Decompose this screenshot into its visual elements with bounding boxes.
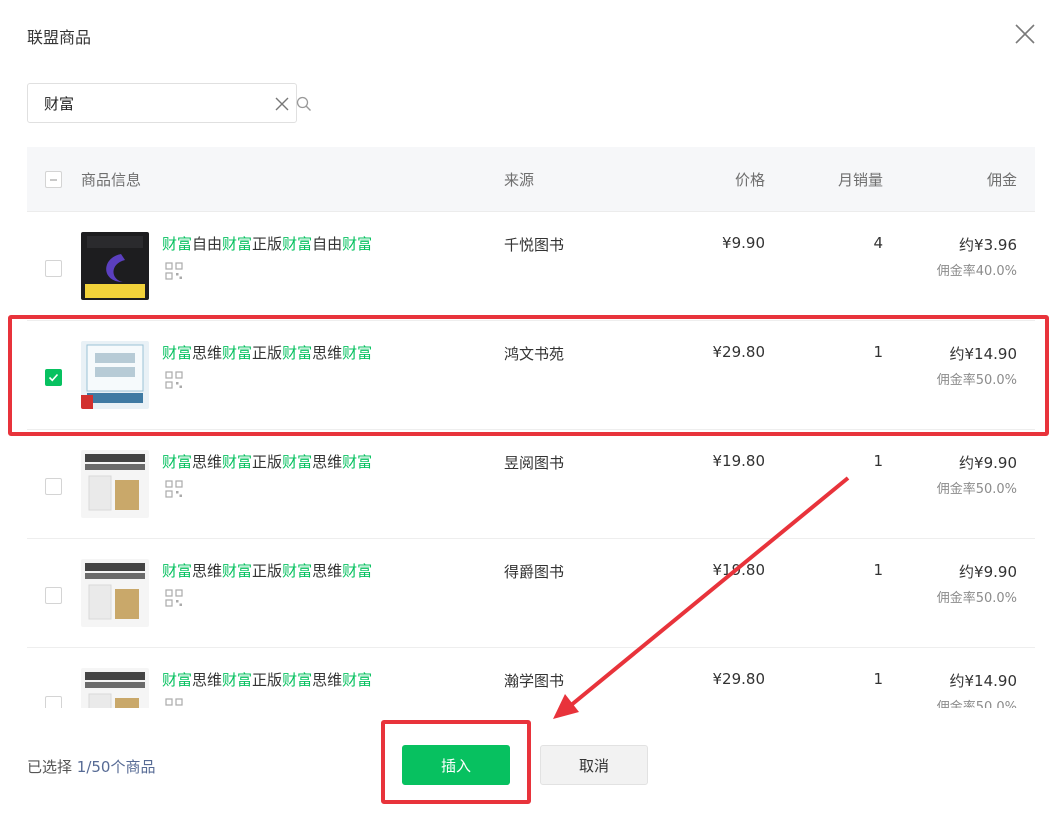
insert-button[interactable]: 插入 (402, 745, 510, 785)
product-commission-rate: 佣金率50.0% (936, 700, 1017, 708)
qrcode-icon[interactable] (165, 480, 183, 498)
selected-prefix: 已选择 (27, 758, 77, 776)
product-commission: 约¥9.90 (959, 454, 1017, 472)
select-all-checkbox[interactable] (45, 171, 62, 188)
product-name[interactable]: 财富思维财富正版财富思维财富 (162, 560, 372, 581)
search-icon[interactable] (296, 96, 312, 112)
dialog-title: 联盟商品 (27, 28, 92, 47)
table-row[interactable]: 财富思维财富正版财富思维财富 昱阅图书 ¥19.80 1 约¥9.90 佣金率50.0% (27, 430, 1035, 539)
product-commission-rate: 佣金率50.0% (936, 591, 1017, 606)
clear-icon[interactable] (274, 96, 290, 112)
cancel-button[interactable]: 取消 (540, 745, 648, 785)
product-commission-rate: 佣金率40.0% (936, 264, 1017, 279)
header-price: 价格 (734, 171, 765, 189)
product-source: 昱阅图书 (504, 454, 565, 472)
header-monthly-sales: 月销量 (837, 171, 883, 189)
product-monthly-sales: 1 (873, 561, 883, 579)
product-price: ¥29.80 (712, 670, 766, 688)
header-commission: 佣金 (986, 171, 1017, 189)
row-checkbox[interactable] (45, 260, 62, 277)
table-header: 商品信息 来源 价格 月销量 佣金 (27, 147, 1035, 212)
table-row[interactable]: 财富思维财富正版财富思维财富 得爵图书 ¥19.80 1 约¥9.90 佣金率50.0% (27, 539, 1035, 648)
product-price: ¥19.80 (712, 561, 766, 579)
product-monthly-sales: 4 (873, 234, 883, 252)
product-price: ¥9.90 (722, 234, 765, 252)
close-icon[interactable] (1013, 22, 1037, 46)
product-name[interactable]: 财富思维财富正版财富思维财富 (162, 342, 372, 363)
product-cover-image (81, 450, 149, 518)
search-box (27, 83, 311, 123)
product-monthly-sales: 1 (873, 670, 883, 688)
header-source: 来源 (504, 171, 535, 189)
qrcode-icon[interactable] (165, 371, 183, 389)
table-row[interactable]: 财富思维财富正版财富思维财富 瀚学图书 ¥29.80 1 约¥14.90 佣金率50.0% (27, 648, 1035, 708)
table-row[interactable]: 财富自由财富正版财富自由财富 千悦图书 ¥9.90 4 约¥3.96 佣金率40.0% (27, 212, 1035, 321)
product-commission: 约¥14.90 (949, 672, 1018, 690)
qrcode-icon[interactable] (165, 589, 183, 607)
qrcode-icon[interactable] (165, 698, 183, 708)
row-checkbox[interactable] (45, 369, 62, 386)
product-monthly-sales: 1 (873, 452, 883, 470)
search-input[interactable] (44, 84, 244, 122)
product-commission: 约¥9.90 (959, 563, 1017, 581)
product-name[interactable]: 财富思维财富正版财富思维财富 (162, 669, 372, 690)
product-commission-rate: 佣金率50.0% (936, 482, 1017, 497)
row-checkbox[interactable] (45, 696, 62, 708)
product-name[interactable]: 财富思维财富正版财富思维财富 (162, 451, 372, 472)
product-list: 财富自由财富正版财富自由财富 千悦图书 ¥9.90 4 约¥3.96 佣金率40.0% 财富… (27, 212, 1035, 708)
header-product-info: 商品信息 (81, 171, 142, 189)
product-cover-image (81, 559, 149, 627)
qrcode-icon[interactable] (165, 262, 183, 280)
product-monthly-sales: 1 (873, 343, 883, 361)
product-source: 鸿文书苑 (504, 345, 565, 363)
product-name[interactable]: 财富自由财富正版财富自由财富 (162, 233, 372, 254)
product-price: ¥19.80 (712, 452, 766, 470)
product-source: 得爵图书 (504, 563, 565, 581)
row-checkbox[interactable] (45, 587, 62, 604)
product-price: ¥29.80 (712, 343, 766, 361)
product-commission: 约¥14.90 (949, 345, 1018, 363)
product-cover-image (81, 341, 149, 409)
selection-status: 已选择 1/50个商品 (27, 756, 155, 777)
selected-count[interactable]: 1/50个商品 (77, 758, 156, 776)
product-cover-image (81, 668, 149, 708)
union-product-dialog: 联盟商品 商品信息 来源 价格 月销量 佣金 财富自由财富正版财富自由财富 千悦图… (0, 0, 1053, 813)
product-source: 千悦图书 (504, 236, 565, 254)
product-commission-rate: 佣金率50.0% (936, 373, 1017, 388)
row-checkbox[interactable] (45, 478, 62, 495)
product-cover-image (81, 232, 149, 300)
product-commission: 约¥3.96 (959, 236, 1017, 254)
table-row[interactable]: 财富思维财富正版财富思维财富 鸿文书苑 ¥29.80 1 约¥14.90 佣金率50.0% (27, 321, 1035, 430)
product-source: 瀚学图书 (504, 672, 565, 690)
